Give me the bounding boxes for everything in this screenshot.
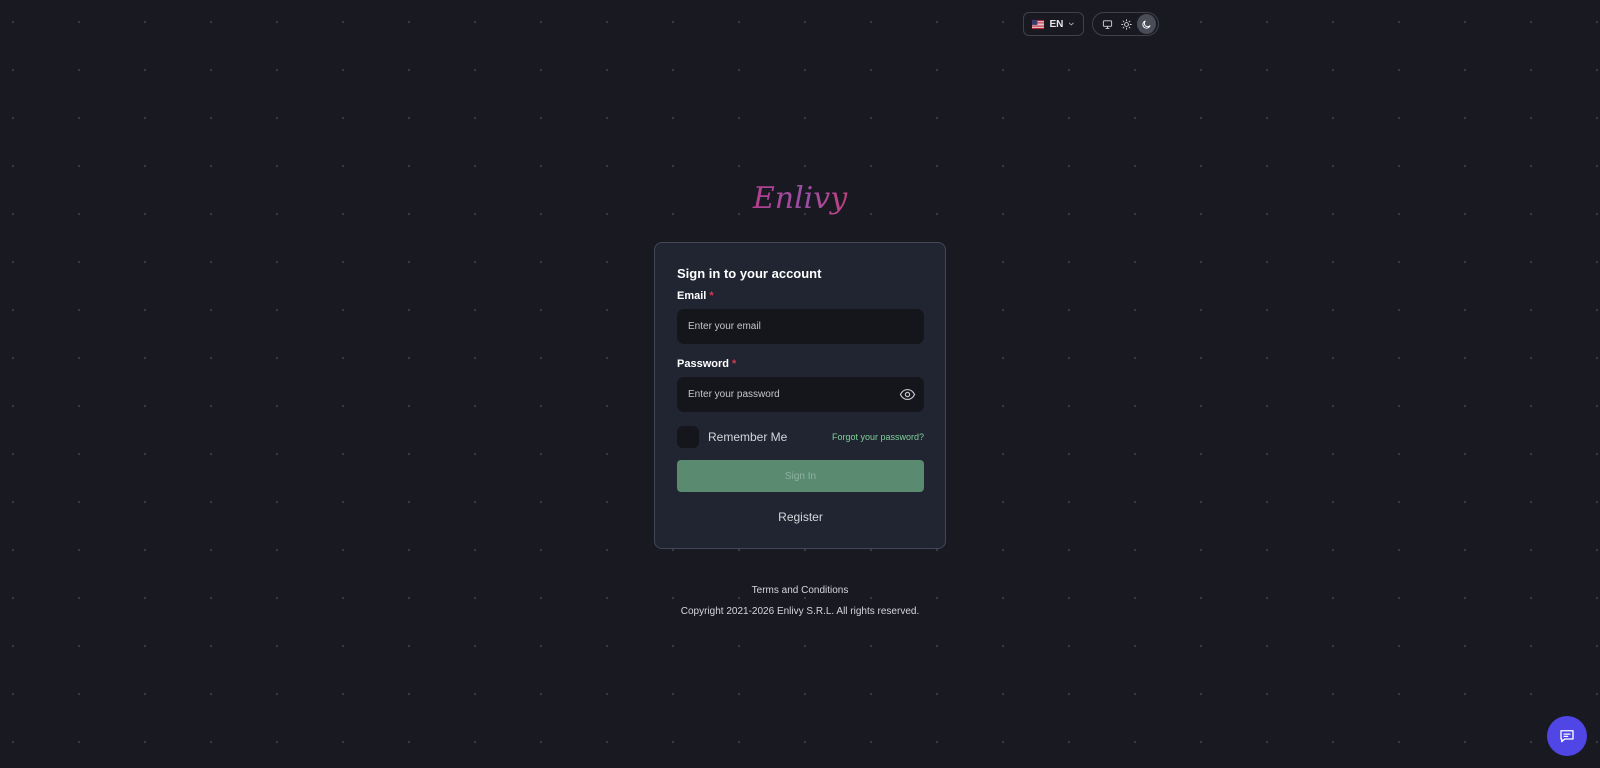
chat-launcher-button[interactable] (1547, 716, 1587, 756)
remember-me-label: Remember Me (708, 430, 788, 444)
forgot-password-link[interactable]: Forgot your password? (832, 432, 924, 442)
login-card: Sign in to your account Email* Password*… (654, 242, 946, 549)
theme-switcher (1092, 12, 1159, 36)
required-mark: * (731, 358, 737, 370)
moon-icon (1142, 20, 1151, 29)
chat-bubble-icon (1560, 730, 1574, 743)
enlivy-logo: Enlivy (752, 181, 848, 216)
email-label: Email (677, 290, 707, 302)
login-title: Sign in to your account (677, 266, 822, 281)
sun-icon (1121, 18, 1133, 30)
language-selector[interactable]: EN (1023, 12, 1084, 36)
email-input-wrapper (677, 309, 924, 344)
theme-dark-button[interactable] (1136, 14, 1156, 34)
eye-icon (899, 388, 915, 401)
password-input-wrapper (677, 377, 924, 412)
email-input[interactable] (677, 309, 924, 344)
toggle-password-visibility-button[interactable] (897, 385, 917, 405)
password-label: Password (677, 358, 729, 370)
svg-text:Enlivy: Enlivy (752, 181, 848, 216)
remember-row: Remember Me Forgot your password? (677, 426, 924, 448)
theme-light-button[interactable] (1117, 14, 1136, 34)
required-mark: * (709, 290, 714, 302)
us-flag-icon (1032, 19, 1045, 29)
register-link[interactable]: Register (677, 510, 924, 524)
sign-in-button[interactable]: Sign In (677, 460, 924, 492)
password-label-row: Password * (677, 358, 736, 370)
remember-me-checkbox[interactable] (677, 426, 699, 448)
terms-link[interactable]: Terms and Conditions (600, 585, 1000, 596)
copyright-text: Copyright 2021-2026 Enlivy S.R.L. All ri… (680, 606, 920, 617)
language-code: EN (1049, 18, 1064, 30)
monitor-icon (1103, 19, 1113, 29)
password-input[interactable] (677, 377, 897, 412)
theme-system-button[interactable] (1098, 14, 1117, 34)
chevron-down-icon (1069, 22, 1075, 26)
email-label-row: Email * (677, 290, 714, 302)
